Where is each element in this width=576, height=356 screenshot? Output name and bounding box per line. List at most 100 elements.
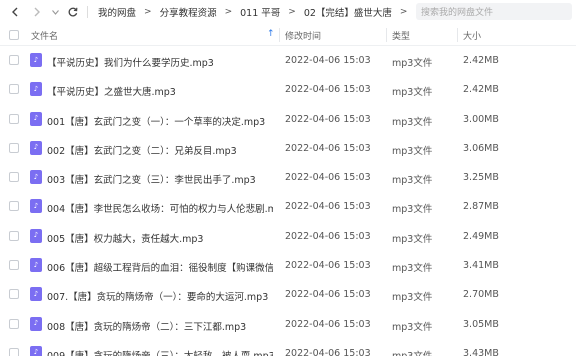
back-icon[interactable]: [8, 5, 22, 19]
file-modified-time: 2022-04-06 15:03: [285, 84, 371, 96]
row-checkbox[interactable]: [9, 318, 19, 329]
file-size: 2.42MB: [463, 55, 499, 66]
row-checkbox[interactable]: [9, 84, 19, 95]
file-type: mp3文件: [392, 58, 433, 69]
file-modified-time: 2022-04-06 15:03: [285, 55, 371, 66]
file-modified-time: 2022-04-06 15:03: [285, 289, 371, 301]
audio-file-icon: ♪: [30, 258, 42, 273]
file-type: mp3文件: [392, 348, 432, 356]
row-checkbox[interactable]: [9, 201, 19, 212]
history-dropdown-icon[interactable]: [50, 5, 60, 19]
file-name[interactable]: 009【唐】贪玩的隋炀帝（三）：太轻敌，被人耍.mp3: [47, 348, 273, 356]
file-type: mp3文件: [392, 175, 433, 187]
file-name[interactable]: 006【唐】超级工程背后的血泪：徭役制度【购课微信：j...: [47, 260, 273, 274]
file-size: 3.25MB: [463, 172, 499, 184]
file-name[interactable]: 007.【唐】贪玩的隋炀帝（一）：要命的大运河.mp3: [47, 289, 268, 303]
breadcrumb-separator-icon: >: [399, 7, 408, 17]
audio-file-icon: ♪: [30, 53, 42, 67]
file-type: mp3文件: [392, 145, 433, 157]
file-row[interactable]: ♪ 009【唐】贪玩的隋炀帝（三）：太轻敌，被人耍.mp3 2022-04-06 1…: [0, 339, 576, 356]
row-checkbox[interactable]: [9, 142, 19, 153]
file-name[interactable]: 005【唐】权力越大，责任越大.mp3: [47, 231, 203, 245]
file-row[interactable]: ♪ 【平说历史】之盛世大唐.mp3 2022-04-06 15:03 mp3文件 2.4…: [0, 75, 576, 104]
file-name[interactable]: 【平说历史】我们为什么要学历史.mp3: [47, 55, 214, 69]
audio-file-icon: ♪: [30, 316, 42, 331]
row-checkbox[interactable]: [9, 289, 19, 300]
file-modified-time: 2022-04-06 15:03: [285, 230, 371, 242]
column-header-time[interactable]: 修改时间: [285, 29, 321, 42]
navigation-bar: 我的网盘 > 分享教程资源 > 011 平哥 > 02【完结】盛世大唐 > 搜索…: [0, 0, 576, 24]
row-checkbox[interactable]: [9, 113, 19, 124]
breadcrumb-separator-icon: >: [144, 7, 152, 17]
select-all-checkbox[interactable]: [9, 30, 19, 40]
file-row[interactable]: ♪ 004【唐】李世民怎么收场：可怕的权力与人伦悲剧.mp3 2022-04-06 …: [0, 192, 576, 221]
file-row[interactable]: ♪ 002【唐】玄武门之变（二）：兄弟反目.mp3 2022-04-06 15:03…: [0, 134, 576, 163]
file-type: mp3文件: [392, 116, 433, 128]
file-row[interactable]: ♪ 005【唐】权力越大，责任越大.mp3 2022-04-06 15:03 mp3文…: [0, 222, 576, 251]
row-checkbox[interactable]: [9, 230, 19, 241]
column-header-size[interactable]: 大小: [463, 29, 481, 42]
file-type: mp3文件: [392, 321, 433, 333]
breadcrumb-item[interactable]: 我的网盘: [98, 5, 136, 19]
row-checkbox[interactable]: [9, 347, 19, 356]
breadcrumb-item[interactable]: 011 平哥: [240, 5, 280, 19]
refresh-icon[interactable]: [66, 5, 80, 19]
audio-file-icon: ♪: [30, 199, 42, 214]
file-row[interactable]: ♪ 006【唐】超级工程背后的血泪：徭役制度【购课微信：j... 2022-04-0…: [0, 251, 576, 280]
toolbar-divider: [87, 6, 88, 18]
file-size: 2.70MB: [463, 289, 499, 301]
file-size: 3.06MB: [463, 142, 499, 154]
file-modified-time: 2022-04-06 15:03: [285, 113, 371, 125]
breadcrumb-separator-icon: >: [288, 7, 296, 17]
file-type: mp3文件: [392, 204, 433, 216]
file-size: 2.87MB: [463, 201, 499, 213]
row-checkbox[interactable]: [9, 260, 19, 271]
file-row[interactable]: ♪ 【平说历史】我们为什么要学历史.mp3 2022-04-06 15:03 mp3文…: [0, 46, 576, 75]
row-checkbox[interactable]: [9, 172, 19, 183]
file-modified-time: 2022-04-06 15:03: [285, 201, 371, 213]
column-header-name[interactable]: 文件名: [31, 29, 58, 42]
file-modified-time: 2022-04-06 15:03: [285, 347, 371, 356]
audio-file-icon: ♪: [30, 345, 42, 356]
file-row[interactable]: ♪ 007.【唐】贪玩的隋炀帝（一）：要命的大运河.mp3 2022-04-06 1…: [0, 280, 576, 309]
audio-file-icon: ♪: [30, 228, 42, 243]
audio-file-icon: ♪: [30, 170, 42, 185]
breadcrumb-item-current[interactable]: 02【完结】盛世大唐: [304, 5, 392, 19]
file-type: mp3文件: [392, 263, 433, 275]
file-name[interactable]: 【平说历史】之盛世大唐.mp3: [47, 84, 176, 98]
column-divider[interactable]: [386, 28, 387, 42]
file-row[interactable]: ♪ 003【唐】玄武门之变（三）：李世民出手了.mp3 2022-04-06 15:…: [0, 163, 576, 192]
sort-ascending-icon[interactable]: ↑: [267, 29, 275, 39]
search-input[interactable]: 搜索我的网盘文件: [416, 3, 572, 20]
row-checkbox[interactable]: [9, 55, 19, 65]
column-divider[interactable]: [279, 28, 280, 42]
breadcrumb: 我的网盘 > 分享教程资源 > 011 平哥 > 02【完结】盛世大唐 >: [98, 5, 415, 19]
column-header-type[interactable]: 类型: [392, 29, 410, 42]
file-size: 2.49MB: [463, 230, 499, 242]
audio-file-icon: ♪: [30, 140, 42, 155]
file-modified-time: 2022-04-06 15:03: [285, 142, 371, 154]
audio-file-icon: ♪: [30, 82, 42, 97]
file-row[interactable]: ♪ 001【唐】玄武门之变（一）：一个草率的决定.mp3 2022-04-06 15…: [0, 105, 576, 134]
breadcrumb-item[interactable]: 分享教程资源: [160, 5, 217, 19]
file-size: 3.00MB: [463, 113, 499, 125]
breadcrumb-separator-icon: >: [224, 7, 233, 17]
file-row[interactable]: ♪ 008【唐】贪玩的隋炀帝（二）：三下江都.mp3 2022-04-06 15:0…: [0, 310, 576, 339]
file-name[interactable]: 004【唐】李世民怎么收场：可怕的权力与人伦悲剧.mp3: [47, 201, 273, 215]
column-divider[interactable]: [457, 28, 458, 42]
file-type: mp3文件: [392, 87, 433, 99]
forward-icon[interactable]: [30, 5, 44, 19]
file-modified-time: 2022-04-06 15:03: [285, 260, 371, 272]
file-name[interactable]: 003【唐】玄武门之变（三）：李世民出手了.mp3: [47, 172, 256, 186]
file-modified-time: 2022-04-06 15:03: [285, 172, 371, 184]
file-size: 3.41MB: [463, 260, 499, 272]
audio-file-icon: ♪: [30, 287, 42, 302]
file-name[interactable]: 001【唐】玄武门之变（一）：一个草率的决定.mp3: [47, 114, 265, 128]
file-name[interactable]: 002【唐】玄武门之变（二）：兄弟反目.mp3: [47, 143, 237, 157]
file-size: 3.43MB: [463, 347, 499, 356]
file-list: ♪ 【平说历史】我们为什么要学历史.mp3 2022-04-06 15:03 mp3文…: [0, 46, 576, 356]
file-name[interactable]: 008【唐】贪玩的隋炀帝（二）：三下江都.mp3: [47, 319, 246, 333]
file-type: mp3文件: [392, 292, 433, 304]
audio-file-icon: ♪: [30, 111, 42, 126]
file-modified-time: 2022-04-06 15:03: [285, 318, 371, 330]
